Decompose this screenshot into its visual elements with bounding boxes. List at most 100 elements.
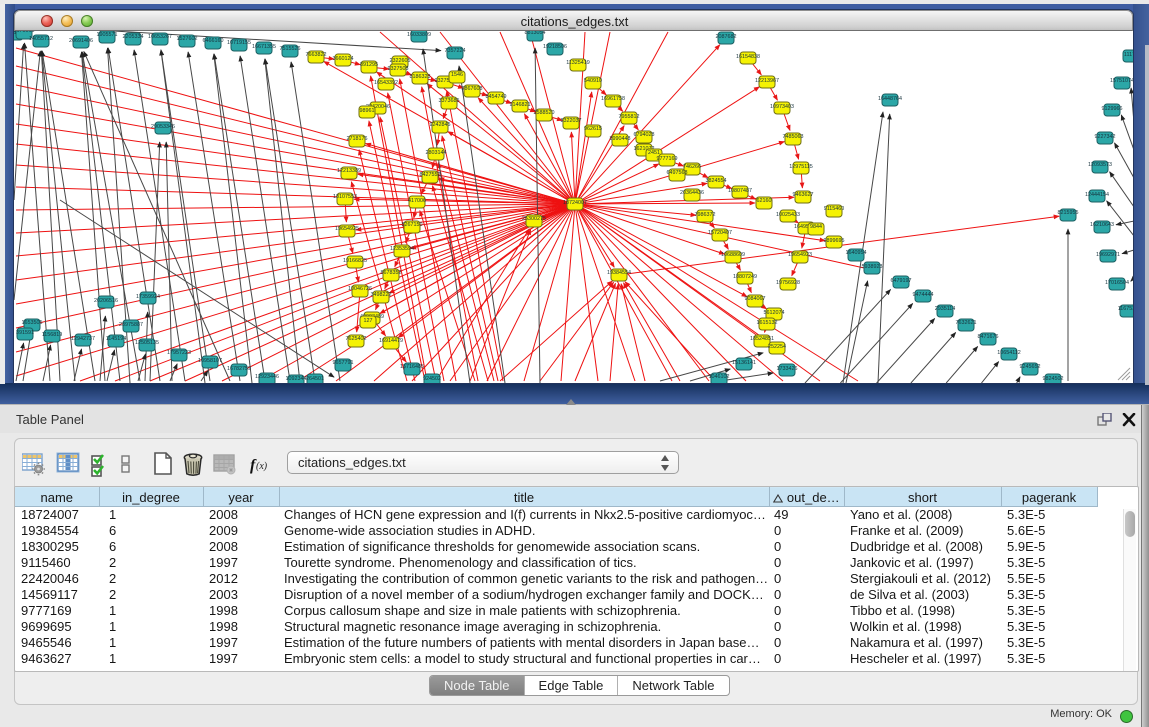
svg-text:7955812: 7955812 [619,114,640,120]
svg-text:1653505: 1653505 [22,320,43,326]
svg-text:19654925: 19654925 [335,226,359,232]
svg-text:12942737: 12942737 [71,336,95,342]
svg-text:6794028: 6794028 [634,132,655,138]
svg-text:7485063: 7485063 [783,134,804,140]
svg-text:252254: 252254 [768,344,786,350]
svg-text:1733426: 1733426 [777,366,798,372]
svg-text:9242845: 9242845 [430,122,451,128]
svg-text:16033809: 16033809 [407,32,431,38]
svg-text:9245652: 9245652 [1020,364,1041,370]
svg-text:5612074: 5612074 [764,310,785,316]
svg-text:16543392: 16543392 [374,80,398,86]
svg-text:19384554: 19384554 [607,270,631,276]
svg-text:1640954: 1640954 [846,250,867,256]
svg-text:264501: 264501 [306,376,324,382]
svg-text:10958107: 10958107 [198,358,222,364]
svg-text:8454749: 8454749 [486,94,507,100]
svg-text:7357224: 7357224 [445,48,466,54]
svg-text:9327503: 9327503 [388,66,409,72]
svg-text:540910: 540910 [584,78,602,84]
svg-text:1092344: 1092344 [286,376,307,382]
svg-text:8813054: 8813054 [525,31,546,36]
svg-text:2588520: 2588520 [534,110,555,116]
svg-text:12923446: 12923446 [255,374,279,380]
svg-text:12444154: 12444154 [1085,192,1109,198]
svg-text:7663822: 7663822 [306,52,327,58]
svg-text:391591: 391591 [16,330,34,336]
svg-text:16961758: 16961758 [601,96,625,102]
svg-text:15751074: 15751074 [1110,78,1133,84]
svg-text:2867608: 2867608 [462,86,483,92]
svg-text:1156819: 1156819 [42,332,63,338]
svg-text:7515526: 7515526 [280,46,301,52]
svg-text:9227342: 9227342 [1095,134,1116,140]
svg-text:2803144: 2803144 [426,150,447,156]
svg-text:11325419: 11325419 [566,60,590,66]
svg-text:9824502: 9824502 [1043,376,1064,382]
svg-text:20206516: 20206516 [94,298,118,304]
svg-text:3373685: 3373685 [439,98,460,104]
svg-text:9084067: 9084067 [745,296,766,302]
svg-text:2087682: 2087682 [716,34,737,40]
svg-text:15136141: 15136141 [732,360,756,366]
svg-text:16210643: 16210643 [1090,222,1114,228]
svg-text:18724007: 18724007 [563,200,587,206]
svg-text:7986372: 7986372 [695,212,716,218]
svg-text:10688609: 10688609 [721,252,745,258]
svg-text:924502: 924502 [423,376,441,382]
svg-text:12213389: 12213389 [337,168,361,174]
svg-text:10807487: 10807487 [728,188,752,194]
svg-text:17957223: 17957223 [167,350,191,356]
svg-text:962615: 962615 [584,126,602,132]
svg-text:7632621: 7632621 [956,320,977,326]
svg-text:8471676: 8471676 [978,334,999,340]
svg-text:9474444: 9474444 [913,292,934,298]
svg-text:8427552: 8427552 [420,172,441,178]
svg-text:16154838: 16154838 [736,54,760,60]
svg-text:10046726: 10046726 [348,286,372,292]
svg-text:18524851: 18524851 [750,336,774,342]
svg-text:1905571: 1905571 [97,32,118,38]
svg-text:20364436: 20364436 [680,190,704,196]
svg-text:15716485: 15716485 [400,364,424,370]
svg-text:8990448: 8990448 [610,136,631,142]
svg-text:15720407: 15720407 [708,230,732,236]
svg-text:2175013: 2175013 [14,31,35,34]
svg-text:10719155: 10719155 [227,40,251,46]
svg-text:12975115: 12975115 [789,164,813,170]
svg-text:1527602: 1527602 [177,36,198,42]
svg-text:1167533: 1167533 [1118,306,1133,312]
svg-text:19218506: 19218506 [543,44,567,50]
svg-text:127: 127 [364,318,373,324]
svg-text:7625402: 7625402 [346,336,367,342]
svg-text:2322605: 2322605 [390,58,411,64]
svg-text:11172: 11172 [1124,52,1133,58]
svg-text:3660124: 3660124 [333,56,354,62]
svg-text:17016504: 17016504 [1105,280,1129,286]
svg-text:98961: 98961 [360,108,375,114]
svg-text:23975887: 23975887 [119,322,143,328]
svg-text:891295: 891295 [360,62,378,68]
svg-text:16914479: 16914479 [379,338,403,344]
svg-text:3824554: 3824554 [706,178,727,184]
svg-text:9115460: 9115460 [824,206,845,212]
svg-text:16671355: 16671355 [252,44,276,50]
svg-text:18107553: 18107553 [333,194,357,200]
svg-text:20691406: 20691406 [69,38,93,44]
svg-text:18807249: 18807249 [733,274,757,280]
svg-text:25300275: 25300275 [522,216,546,222]
svg-text:10973403: 10973403 [770,104,794,110]
svg-text:62160: 62160 [757,198,772,204]
svg-text:12093573: 12093573 [1088,162,1112,168]
svg-text:1145194: 1145194 [106,336,127,342]
svg-text:29053346: 29053346 [151,124,175,130]
svg-text:12353594: 12353594 [390,246,414,252]
svg-text:417006: 417006 [408,198,426,204]
svg-text:10653267: 10653267 [148,34,172,40]
svg-text:10025433: 10025433 [776,212,800,218]
svg-text:19756928: 19756928 [776,280,800,286]
svg-text:9129966: 9129966 [1102,106,1123,112]
svg-text:19166825: 19166825 [343,258,367,264]
svg-text:(x): (x) [256,461,268,472]
svg-text:6497568: 6497568 [667,170,688,176]
